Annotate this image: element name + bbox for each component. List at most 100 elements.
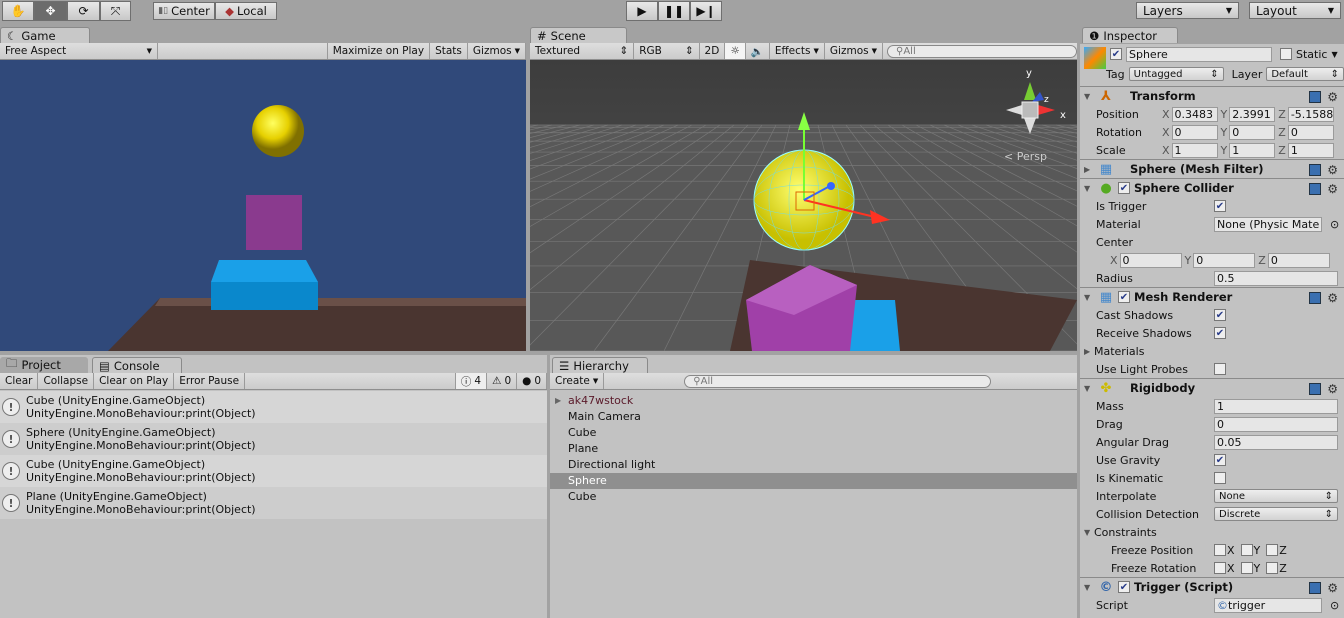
gizmos-dropdown[interactable]: Gizmos ▼ xyxy=(825,43,883,59)
property-checkbox[interactable] xyxy=(1214,472,1226,484)
collapse-arrow-icon[interactable]: ▼ xyxy=(1084,583,1094,592)
scene-viewport[interactable]: y x z < Persp xyxy=(530,60,1077,351)
gear-icon[interactable]: ⚙ xyxy=(1327,163,1338,177)
warning-filter-toggle[interactable]: ⚠ 0 xyxy=(487,373,518,389)
create-dropdown[interactable]: Create ▼ xyxy=(550,373,605,389)
pivot-center-button[interactable]: ▮▯ Center xyxy=(153,2,215,20)
log-filter-toggle[interactable]: ⓘ 4 xyxy=(454,373,488,389)
dropdown-arrow-icon[interactable]: ▼ xyxy=(1331,50,1337,59)
clear-button[interactable]: Clear xyxy=(0,373,39,389)
property-input[interactable]: 0.5 xyxy=(1214,270,1338,286)
hierarchy-item[interactable]: Plane xyxy=(550,441,1077,457)
stats-toggle[interactable]: Stats xyxy=(430,43,468,59)
freeze-x-checkbox[interactable] xyxy=(1214,562,1226,574)
expand-arrow-icon[interactable]: ▶ xyxy=(1084,165,1094,174)
error-filter-toggle[interactable]: ● 0 xyxy=(517,373,547,389)
gear-icon[interactable]: ⚙ xyxy=(1327,182,1338,196)
step-button[interactable]: ▶❙ xyxy=(690,1,722,21)
axis-z-input[interactable]: -5.1588 xyxy=(1287,106,1334,122)
component-header-transform[interactable]: ▼ ⅄ Transform ⚙ xyxy=(1080,86,1344,105)
property-checkbox[interactable]: ✔ xyxy=(1214,327,1226,339)
help-book-icon[interactable] xyxy=(1309,383,1322,395)
axis-x-input[interactable]: 0 xyxy=(1119,252,1182,268)
hierarchy-item[interactable]: Cube xyxy=(550,489,1077,505)
collapse-arrow-icon[interactable]: ▼ xyxy=(1084,384,1094,393)
effects-dropdown[interactable]: Effects ▼ xyxy=(770,43,825,59)
expand-arrow-icon[interactable]: ▶ xyxy=(1084,347,1094,356)
freeze-z-checkbox[interactable] xyxy=(1266,544,1279,556)
hierarchy-item[interactable]: Directional light xyxy=(550,457,1077,473)
collapse-arrow-icon[interactable]: ▼ xyxy=(1084,184,1094,193)
property-checkbox[interactable]: ✔ xyxy=(1214,454,1226,466)
axis-z-input[interactable]: 0 xyxy=(1267,252,1330,268)
object-field[interactable]: © trigger xyxy=(1214,597,1322,613)
audio-toggle[interactable]: 🔈 xyxy=(746,43,770,59)
move-tool-button[interactable]: ✥ xyxy=(34,1,67,21)
help-book-icon[interactable] xyxy=(1309,91,1322,103)
scene-search-input[interactable]: ⚲ All xyxy=(887,44,1077,58)
tab-hierarchy[interactable]: ☰ Hierarchy xyxy=(552,357,648,373)
property-checkbox[interactable]: ✔ xyxy=(1214,200,1226,212)
console-entry[interactable]: ! Plane (UnityEngine.GameObject) UnityEngi… xyxy=(0,487,547,519)
gear-icon[interactable]: ⚙ xyxy=(1327,382,1338,396)
component-header-mesh-renderer[interactable]: ▼ ▦ ✔ Mesh Renderer ⚙ xyxy=(1080,287,1344,306)
axis-y-input[interactable]: 2.3991 xyxy=(1229,106,1276,122)
collapse-arrow-icon[interactable]: ▼ xyxy=(1084,293,1094,302)
help-book-icon[interactable] xyxy=(1309,183,1322,195)
hierarchy-search-input[interactable]: ⚲ All xyxy=(684,374,992,388)
property-input[interactable]: 1 xyxy=(1214,398,1338,414)
axis-x-input[interactable]: 0 xyxy=(1171,124,1218,140)
2d-toggle[interactable]: 2D xyxy=(700,43,726,59)
hierarchy-item[interactable]: Main Camera xyxy=(550,409,1077,425)
static-checkbox[interactable] xyxy=(1280,48,1292,60)
help-book-icon[interactable] xyxy=(1309,164,1322,176)
hierarchy-item[interactable]: ▶ ak47wstock xyxy=(550,393,1077,409)
help-book-icon[interactable] xyxy=(1309,292,1322,304)
gear-icon[interactable]: ⚙ xyxy=(1327,291,1338,305)
channel-dropdown[interactable]: RGB ⇕ xyxy=(634,43,700,59)
hierarchy-item[interactable]: Sphere xyxy=(550,473,1077,489)
component-header-sphere-mesh-filter[interactable]: ▶ ▦ Sphere (Mesh Filter) ⚙ xyxy=(1080,159,1344,178)
axis-x-input[interactable]: 0.3483 xyxy=(1171,106,1218,122)
object-picker-icon[interactable]: ⊙ xyxy=(1330,599,1339,612)
rotate-tool-button[interactable]: ⟳ xyxy=(67,1,100,21)
console-entry[interactable]: ! Cube (UnityEngine.GameObject) UnityEngin… xyxy=(0,455,547,487)
tab-project[interactable]: 🗀 Project xyxy=(0,356,88,373)
collapse-toggle[interactable]: Collapse xyxy=(38,373,95,389)
freeze-z-checkbox[interactable] xyxy=(1266,562,1279,574)
component-enabled-checkbox[interactable]: ✔ xyxy=(1118,581,1130,593)
axis-z-input[interactable]: 1 xyxy=(1287,142,1334,158)
tab-scene[interactable]: # Scene xyxy=(530,27,627,43)
layer-dropdown[interactable]: Default ⇕ xyxy=(1266,67,1344,81)
tab-game[interactable]: ☾ Game xyxy=(0,27,90,43)
component-enabled-checkbox[interactable]: ✔ xyxy=(1118,182,1130,194)
console-entry[interactable]: ! Cube (UnityEngine.GameObject) UnityEngin… xyxy=(0,391,547,423)
axis-y-input[interactable]: 1 xyxy=(1229,142,1276,158)
component-header-sphere-collider[interactable]: ▼ ● ✔ Sphere Collider ⚙ xyxy=(1080,178,1344,197)
component-header-rigidbody[interactable]: ▼ ✤ Rigidbody ⚙ xyxy=(1080,378,1344,397)
maximize-on-play-toggle[interactable]: Maximize on Play xyxy=(328,43,431,59)
lighting-toggle[interactable]: ☼ xyxy=(725,43,746,59)
game-viewport[interactable] xyxy=(0,60,526,351)
axis-y-input[interactable]: 0 xyxy=(1193,252,1256,268)
axis-z-input[interactable]: 0 xyxy=(1287,124,1334,140)
hierarchy-item[interactable]: Cube xyxy=(550,425,1077,441)
scale-tool-button[interactable]: ⤧ xyxy=(100,1,131,21)
property-checkbox[interactable]: ✔ xyxy=(1214,309,1226,321)
pause-button[interactable]: ❚❚ xyxy=(658,1,690,21)
axis-x-input[interactable]: 1 xyxy=(1171,142,1218,158)
property-input[interactable]: 0 xyxy=(1214,416,1338,432)
error-pause-toggle[interactable]: Error Pause xyxy=(174,373,246,389)
layout-dropdown[interactable]: Layout ▼ xyxy=(1249,2,1341,19)
expand-arrow-icon[interactable]: ▶ xyxy=(555,393,561,409)
console-entry[interactable]: ! Sphere (UnityEngine.GameObject) UnityEng… xyxy=(0,423,547,455)
tab-inspector[interactable]: ❶ Inspector xyxy=(1082,27,1178,43)
help-book-icon[interactable] xyxy=(1309,582,1322,594)
object-name-input[interactable]: Sphere xyxy=(1126,46,1272,62)
freeze-y-checkbox[interactable] xyxy=(1240,544,1253,556)
gear-icon[interactable]: ⚙ xyxy=(1327,90,1338,104)
hand-tool-button[interactable]: ✋ xyxy=(2,1,34,21)
component-enabled-checkbox[interactable]: ✔ xyxy=(1118,291,1130,303)
active-checkbox[interactable]: ✔ xyxy=(1110,48,1122,60)
object-field[interactable]: None (Physic Mate xyxy=(1214,216,1322,232)
